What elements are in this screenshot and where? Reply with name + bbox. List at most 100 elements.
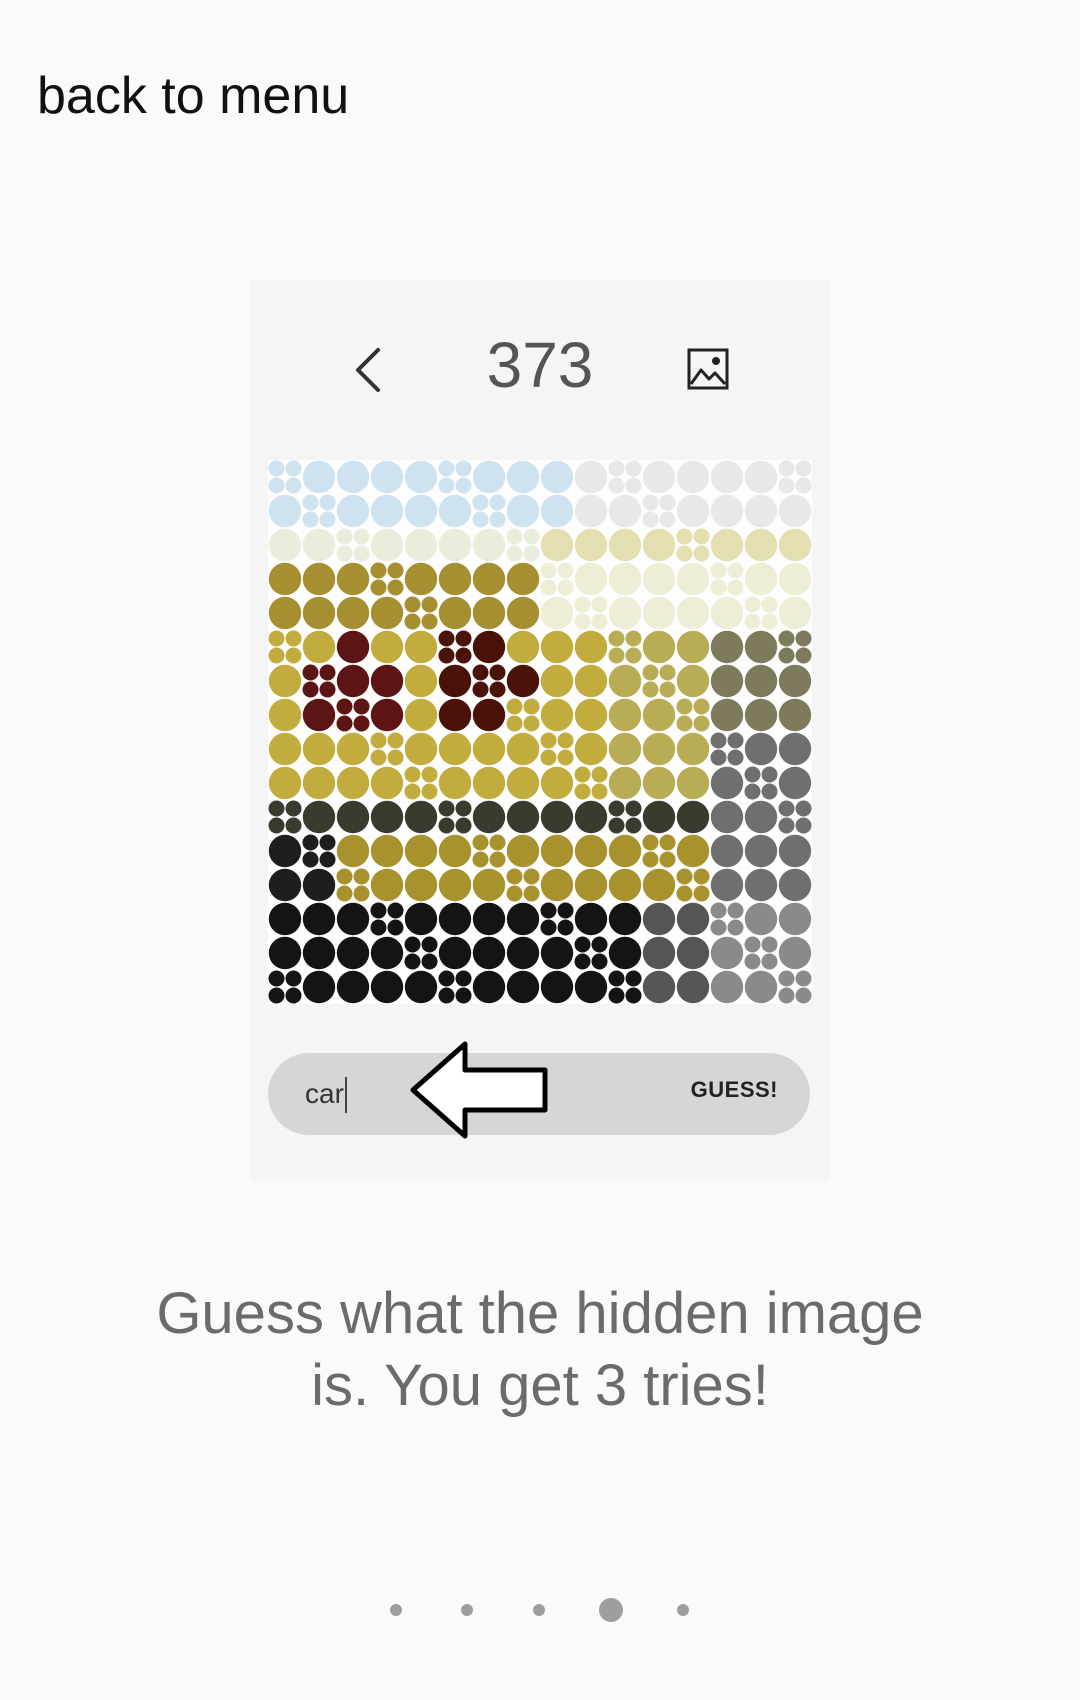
mosaic-dot xyxy=(421,613,438,630)
mosaic-dot xyxy=(285,460,302,477)
mosaic-dot xyxy=(285,477,302,494)
mosaic-dot xyxy=(574,783,591,800)
mosaic-dot xyxy=(744,953,761,970)
mosaic-dot xyxy=(404,902,438,936)
mosaic-dot xyxy=(778,970,795,987)
mosaic-dot xyxy=(336,834,370,868)
mosaic-dot xyxy=(302,766,336,800)
mosaic-dot xyxy=(336,936,370,970)
mosaic-dot xyxy=(608,630,625,647)
page-dot[interactable] xyxy=(599,1598,623,1622)
mosaic-dot xyxy=(336,664,370,698)
mosaic-dot xyxy=(574,902,608,936)
mosaic-dot xyxy=(489,511,506,528)
mosaic-dot xyxy=(438,664,472,698)
mosaic-dot xyxy=(778,987,795,1004)
mosaic-dot xyxy=(625,647,642,664)
mosaic-dot xyxy=(336,630,370,664)
mosaic-dot xyxy=(608,868,642,902)
back-to-menu-link[interactable]: back to menu xyxy=(37,66,349,126)
page-dot[interactable] xyxy=(390,1604,402,1616)
mosaic-dot xyxy=(268,460,285,477)
mosaic-dot xyxy=(761,783,778,800)
mosaic-dot xyxy=(727,919,744,936)
mosaic-dot xyxy=(370,630,404,664)
mosaic-dot xyxy=(438,987,455,1004)
page-dot[interactable] xyxy=(677,1604,689,1616)
mosaic-dot xyxy=(625,970,642,987)
mosaic-dot xyxy=(557,749,574,766)
mosaic-dot xyxy=(404,528,438,562)
mosaic-dot xyxy=(472,732,506,766)
mosaic-dot xyxy=(506,800,540,834)
arrow-left-icon xyxy=(410,1041,548,1139)
mosaic-dot xyxy=(795,987,812,1004)
mosaic-dot xyxy=(591,613,608,630)
mosaic-dot xyxy=(608,732,642,766)
mosaic-dot xyxy=(506,834,540,868)
mosaic-dot xyxy=(268,800,285,817)
mosaic-dot xyxy=(523,885,540,902)
mosaic-dot xyxy=(370,494,404,528)
mosaic-dot xyxy=(472,936,506,970)
instruction-line-1: Guess what the hidden image xyxy=(156,1281,924,1346)
image-icon[interactable] xyxy=(687,348,729,390)
mosaic-dot xyxy=(489,494,506,511)
mosaic-dot xyxy=(506,562,540,596)
mosaic-dot xyxy=(744,596,761,613)
mosaic-dot xyxy=(353,885,370,902)
mosaic-dot xyxy=(778,630,795,647)
mosaic-dot xyxy=(659,834,676,851)
mosaic-dot xyxy=(710,460,744,494)
mosaic-dot xyxy=(506,868,523,885)
mosaic-dot xyxy=(455,800,472,817)
mosaic-dot xyxy=(404,953,421,970)
mosaic-dot xyxy=(319,681,336,698)
mosaic-dot xyxy=(438,630,455,647)
mosaic-dot xyxy=(625,987,642,1004)
mosaic-dot xyxy=(302,562,336,596)
mosaic-dot xyxy=(268,494,302,528)
mosaic-dot xyxy=(336,732,370,766)
mosaic-dot xyxy=(268,868,302,902)
mosaic-dot xyxy=(710,494,744,528)
mosaic-dot xyxy=(676,460,710,494)
mosaic-dot xyxy=(302,511,319,528)
guess-button[interactable]: GUESS! xyxy=(691,1077,778,1103)
mosaic-dot xyxy=(370,562,387,579)
mosaic-dot xyxy=(268,528,302,562)
mosaic-dot xyxy=(319,664,336,681)
mosaic-dot xyxy=(778,732,812,766)
mosaic-dot xyxy=(710,868,744,902)
mosaic-dot xyxy=(370,460,404,494)
mosaic-dot xyxy=(438,970,455,987)
mosaic-dot xyxy=(523,698,540,715)
mosaic-dot xyxy=(540,460,574,494)
mosaic-dot xyxy=(744,834,778,868)
mosaic-dot xyxy=(710,936,744,970)
mosaic-dot xyxy=(523,715,540,732)
mosaic-dot xyxy=(404,783,421,800)
mosaic-dot xyxy=(336,766,370,800)
mosaic-dot xyxy=(489,664,506,681)
text-caret xyxy=(345,1077,347,1113)
mosaic-dot xyxy=(710,596,744,630)
mosaic-dot xyxy=(438,800,455,817)
mosaic-dot xyxy=(659,494,676,511)
mosaic-dot xyxy=(506,970,540,1004)
mosaic-dot xyxy=(404,630,438,664)
mosaic-dot xyxy=(642,460,676,494)
mosaic-dot xyxy=(540,528,574,562)
mosaic-dot xyxy=(370,528,404,562)
chevron-left-icon[interactable] xyxy=(348,345,388,395)
mosaic-dot xyxy=(642,630,676,664)
mosaic-dot xyxy=(574,494,608,528)
mosaic-dot xyxy=(574,698,608,732)
mosaic-dot xyxy=(353,528,370,545)
page-dot[interactable] xyxy=(533,1604,545,1616)
mosaic-dot xyxy=(387,749,404,766)
mosaic-dot xyxy=(608,562,642,596)
mosaic-dot xyxy=(370,800,404,834)
page-dot[interactable] xyxy=(461,1604,473,1616)
mosaic-dot xyxy=(421,596,438,613)
